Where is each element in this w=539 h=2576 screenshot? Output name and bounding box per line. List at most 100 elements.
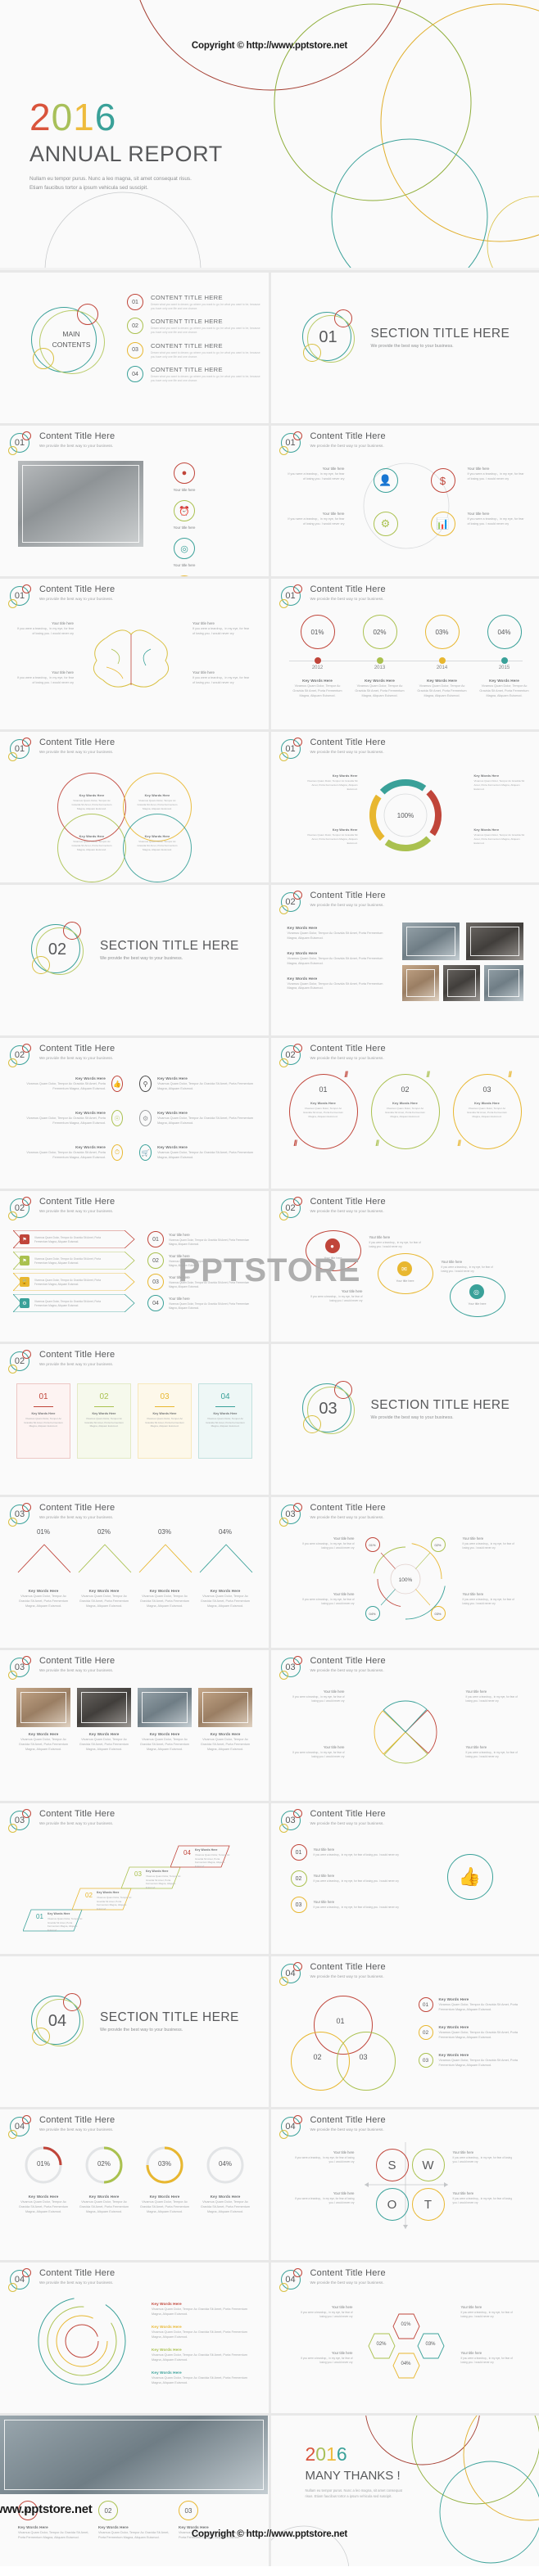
thumb-row[interactable]: 02 Your title here If you were a teardro… xyxy=(290,1870,412,1887)
slide-subtitle: We provide the best way to your business… xyxy=(310,2281,384,2285)
slide-header: 02 Content Title Here We provide the bes… xyxy=(279,891,386,915)
thumbs-up-icon[interactable]: 👍 xyxy=(111,1076,123,1092)
speech-title: Your title here xyxy=(324,1256,342,1260)
icon-node[interactable]: $ xyxy=(430,468,455,493)
info-card[interactable]: 03 Key Words Here Vivamus Quam Dolor, Te… xyxy=(138,1383,192,1459)
venn3-row[interactable]: 03 Key Words Here Vivamus Quam Dolor, Tem… xyxy=(418,2053,529,2068)
slide-title: Content Title Here xyxy=(39,1197,116,1207)
icon-node[interactable]: 📊 xyxy=(430,512,455,536)
info-card[interactable]: 02 Key Words Here Vivamus Quam Dolor, Te… xyxy=(77,1383,131,1459)
gallery-photo[interactable] xyxy=(483,965,523,1001)
gallery-photo[interactable] xyxy=(442,965,480,1001)
slide-number: 02 xyxy=(14,1203,25,1213)
icon-list-item-right[interactable]: ⚲ Key Words Here Vivamus Quam Dolor, Temp… xyxy=(139,1076,254,1092)
palette-icon[interactable]: ● xyxy=(174,462,195,484)
thumb-row[interactable]: 03 Your title here If you were a teardro… xyxy=(290,1897,412,1913)
slide-number-badge: 01 xyxy=(8,584,33,609)
chart-icon[interactable]: 📊 xyxy=(430,512,455,536)
ribbon-number: 04 xyxy=(147,1295,164,1311)
dollar-icon[interactable]: $ xyxy=(430,468,455,493)
section-title: SECTION TITLE HERE xyxy=(370,326,510,341)
icon-list-item-right[interactable]: 🛒 Key Words Here Vivamus Quam Dolor, Temp… xyxy=(139,1144,254,1161)
step-text: Key Words Here Vivamus Quam Dolor, Tempo… xyxy=(146,1870,181,1889)
timeline-percent: 03% xyxy=(424,615,460,649)
spiral-row[interactable]: Key Words Here Vivamus Quam Dolor, Tempo… xyxy=(152,2325,254,2340)
icon-list-item-left[interactable]: Key Words Here Vivamus Quam Dolor, Tempor… xyxy=(16,1144,123,1161)
icon-node-text: Your title here If you were a teardrop，i… xyxy=(467,467,524,480)
photo-step-number: 03 xyxy=(179,2501,198,2520)
swot-circle-s[interactable]: S xyxy=(375,2149,409,2181)
section-subtitle: We provide the best way to your business… xyxy=(100,955,183,961)
hero-year-digit-4: 6 xyxy=(94,96,117,138)
closing-year: 2016 xyxy=(305,2443,347,2465)
alarm-clock-icon[interactable]: ⏰ xyxy=(174,500,195,521)
pie-caption: Your title here If you were a teardrop，i… xyxy=(465,1745,518,1759)
section-title: SECTION TITLE HERE xyxy=(370,1397,510,1412)
gallery-photo[interactable] xyxy=(465,923,523,960)
ribbon-text: Vivamus Quam Dolor, Tempor Ac Gravida Si… xyxy=(34,1257,102,1265)
search-icon[interactable]: ⚲ xyxy=(139,1076,152,1092)
toc-item[interactable]: 04 CONTENT TITLE HERE Dream what you wan… xyxy=(127,366,262,383)
brain-label: Your title here If you were a teardrop，i… xyxy=(192,621,250,635)
clock-icon[interactable]: ⏱ xyxy=(111,1144,123,1161)
timeline-text: Key Words Here Vivamus Quam Dolor, Tempo… xyxy=(479,679,529,697)
slide-number: 02 xyxy=(285,897,296,907)
venn3-number: 02 xyxy=(313,2053,322,2061)
hexagon-caption: Your title here If you were a teardrop，i… xyxy=(460,2351,513,2365)
venn3-number: 01 xyxy=(336,2017,345,2025)
toc-item[interactable]: 01 CONTENT TITLE HERE Dream what you wan… xyxy=(127,294,262,311)
card-number: 01 xyxy=(38,1392,48,1401)
gear-icon[interactable]: ⚙ xyxy=(139,1110,152,1126)
section-circle-mark: 01 xyxy=(299,307,360,368)
closing-slide: 2016 MANY THANKS ! Nullam eu tempor puru… xyxy=(270,2416,539,2566)
spiral-row[interactable]: Key Words Here Vivamus Quam Dolor, Tempo… xyxy=(152,2348,254,2363)
target-icon[interactable]: ◎ xyxy=(174,538,195,559)
spiral-row[interactable]: Key Words Here Vivamus Quam Dolor, Tempo… xyxy=(152,2371,254,2386)
venn3-row[interactable]: 02 Key Words Here Vivamus Quam Dolor, Tem… xyxy=(418,2025,529,2041)
icon-list-item-left[interactable]: Key Words Here Vivamus Quam Dolor, Tempor… xyxy=(16,1110,123,1126)
feature-item[interactable]: ⏰ Your title here xyxy=(156,500,213,530)
venn-slide: 01 Content Title Here We provide the bes… xyxy=(0,732,269,882)
toc-item[interactable]: 03 CONTENT TITLE HERE Dream what you wan… xyxy=(127,341,262,359)
slide-title: Content Title Here xyxy=(310,1809,386,1819)
gallery-photo[interactable] xyxy=(401,965,439,1001)
lightbulb-icon[interactable]: ⚹ xyxy=(174,575,195,576)
user-icon[interactable]: 👤 xyxy=(373,468,398,493)
swot-circle-w[interactable]: W xyxy=(411,2149,445,2181)
section-title: SECTION TITLE HERE xyxy=(100,938,239,953)
ribbon-number: 02 xyxy=(147,1252,164,1269)
icon-list-item-right[interactable]: ⚙ Key Words Here Vivamus Quam Dolor, Temp… xyxy=(139,1110,254,1126)
hexagon-caption: Your title here If you were a teardrop，i… xyxy=(301,2351,353,2365)
info-card[interactable]: 01 Key Words Here Vivamus Quam Dolor, Te… xyxy=(16,1383,70,1459)
cart-icon[interactable]: 🛒 xyxy=(139,1144,152,1161)
section-slide-03: 03 SECTION TITLE HERE We provide the bes… xyxy=(270,1344,539,1495)
svg-text:100%: 100% xyxy=(396,812,413,819)
icon-list-item-left[interactable]: Key Words Here Vivamus Quam Dolor, Tempor… xyxy=(16,1076,123,1092)
info-card[interactable]: 04 Key Words Here Vivamus Quam Dolor, Te… xyxy=(198,1383,252,1459)
gear-icon[interactable]: ⚙ xyxy=(373,512,398,536)
slide-header: 02 Content Title Here We provide the bes… xyxy=(8,1197,115,1221)
photo-card-text: Key Words Here Vivamus Quam Dolor, Tempor… xyxy=(79,1732,129,1751)
card-number: 04 xyxy=(220,1392,230,1401)
feature-item[interactable]: ◎ Your title here xyxy=(156,538,213,567)
speech-bubble-slide: 02 Content Title Here We provide the bes… xyxy=(270,1191,539,1342)
spiral-row[interactable]: Key Words Here Vivamus Quam Dolor, Tempo… xyxy=(152,2302,254,2317)
thumb-row[interactable]: 01 Your title here If you were a teardro… xyxy=(290,1844,412,1861)
gallery-photo[interactable] xyxy=(401,923,460,960)
venn3-circle[interactable] xyxy=(336,2032,396,2091)
icon-node[interactable]: ⚙ xyxy=(373,512,398,536)
slide-number-badge: 02 xyxy=(8,1044,33,1068)
shield-user-icon[interactable]: ☉ xyxy=(111,1110,123,1126)
feature-item[interactable]: ● Your title here xyxy=(156,462,213,492)
feature-item[interactable]: ⚹ Your title here xyxy=(156,575,213,576)
swot-circle-o[interactable]: O xyxy=(375,2188,409,2221)
venn3-row[interactable]: 01 Key Words Here Vivamus Quam Dolor, Tem… xyxy=(418,1997,529,2013)
section-circle-mark: 02 xyxy=(28,919,88,980)
speech-caption: Your title here If you were a teardrop，i… xyxy=(310,1289,363,1303)
icon-node[interactable]: 👤 xyxy=(373,468,398,493)
circle-number: 01 xyxy=(319,1085,328,1094)
section-circle-mark: 04 xyxy=(28,1991,88,2051)
toc-item[interactable]: 02 CONTENT TITLE HERE Dream what you wan… xyxy=(127,318,262,335)
zigzag-chart-slide: 03 Content Title Here We provide the bes… xyxy=(0,1497,269,1648)
swot-circle-t[interactable]: T xyxy=(411,2188,445,2221)
